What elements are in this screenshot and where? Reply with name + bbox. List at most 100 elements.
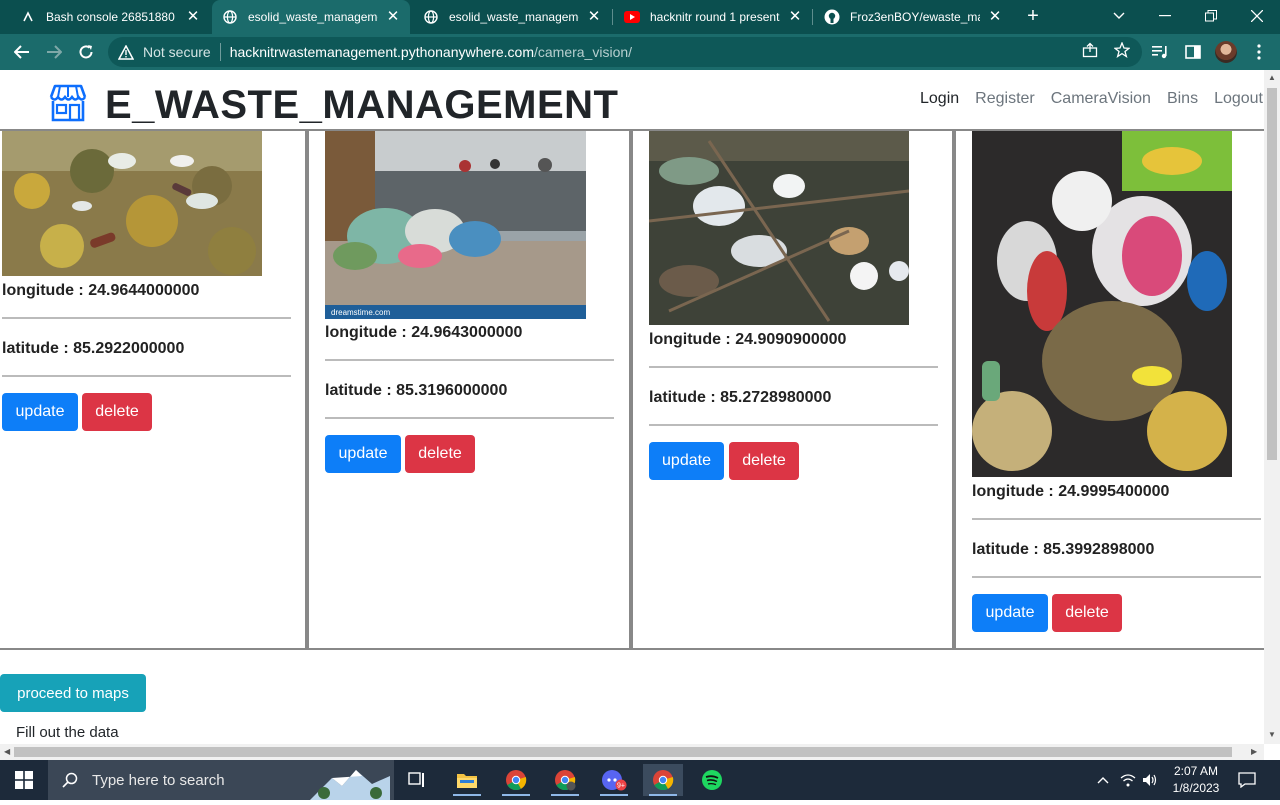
clock-time: 2:07 AM [1173,764,1219,778]
nav-register[interactable]: Register [975,90,1035,108]
task-view-icon[interactable] [397,764,437,796]
back-arrow-icon[interactable] [10,40,34,64]
pythonanywhere-icon [20,9,36,25]
column-divider [305,131,309,648]
watermark-text: dreamstime.com [331,308,390,317]
github-icon [824,9,840,25]
windows-start-icon[interactable] [0,760,48,800]
horizontal-scrollbar[interactable]: ◀ ▶ [0,744,1264,760]
tab-separator [612,9,613,25]
close-window-icon[interactable] [1234,0,1280,32]
brand[interactable]: E_WASTE_MANAGEMENT [47,83,619,128]
wifi-icon[interactable] [1118,760,1138,800]
active-indicator [502,794,530,796]
tab-title: esolid_waste_management [449,10,579,24]
tab-github[interactable]: Froz3enBOY/ewaste_management ✕ [814,0,1012,34]
system-clock[interactable]: 2:07 AM 1/8/2023 [1164,763,1228,797]
discord-icon[interactable]: 9+ [594,764,634,796]
volume-icon[interactable] [1140,760,1160,800]
nav-cameravision[interactable]: CameraVision [1051,90,1151,108]
divider [649,366,938,368]
nav-logout[interactable]: Logout [1214,90,1263,108]
divider [649,424,938,426]
update-button[interactable]: update [972,594,1048,632]
globe-icon [423,9,439,25]
scroll-up-arrow-icon[interactable]: ▲ [1268,73,1276,82]
divider [325,359,614,361]
restore-icon[interactable] [1188,0,1234,32]
scroll-thumb[interactable] [1267,88,1277,460]
tab-search-icon[interactable] [1096,0,1142,32]
close-tab-icon[interactable]: ✕ [587,9,601,24]
notification-badge: 9+ [617,783,625,790]
minimize-icon[interactable] [1142,0,1188,32]
brand-title: E_WASTE_MANAGEMENT [105,83,619,127]
vertical-scrollbar[interactable]: ▲ ▼ [1264,70,1280,744]
kebab-menu-icon[interactable] [1249,42,1269,62]
update-button[interactable]: update [649,442,724,480]
security-label[interactable]: Not secure [143,44,211,60]
close-tab-icon[interactable]: ✕ [988,9,1002,24]
delete-button[interactable]: delete [82,393,152,431]
media-control-icon[interactable] [1151,42,1171,62]
proceed-to-maps-button[interactable]: proceed to maps [0,674,146,712]
profile-avatar[interactable] [1215,41,1237,63]
longitude-label: longitude : 24.9995400000 [972,483,1170,500]
top-nav: Login Register CameraVision Bins Logout [920,90,1264,108]
longitude-label: longitude : 24.9643000000 [325,324,523,341]
side-panel-icon[interactable] [1183,42,1203,62]
delete-button[interactable]: delete [729,442,799,480]
waste-photo [2,131,262,276]
close-tab-icon[interactable]: ✕ [788,9,802,24]
latitude-label: latitude : 85.2922000000 [2,340,185,357]
tab-esolid-active[interactable]: esolid_waste_management ✕ [212,0,410,34]
update-button[interactable]: update [325,435,401,473]
bookmark-star-icon[interactable] [1113,41,1131,59]
nav-login[interactable]: Login [920,90,959,108]
spotify-icon[interactable] [692,764,732,796]
fill-out-text: Fill out the data [16,724,119,741]
chrome-profile-icon[interactable] [545,764,585,796]
tab-esolid[interactable]: esolid_waste_management ✕ [413,0,611,34]
warning-icon[interactable] [118,44,134,60]
taskbar-search-box[interactable]: Type here to search [48,760,394,800]
reload-icon[interactable] [74,40,98,64]
nav-bins[interactable]: Bins [1167,90,1198,108]
close-tab-icon[interactable]: ✕ [386,9,400,24]
scroll-left-arrow-icon[interactable]: ◀ [4,747,10,756]
divider [219,43,221,61]
longitude-label: longitude : 24.9090900000 [649,331,847,348]
scroll-down-arrow-icon[interactable]: ▼ [1268,730,1276,739]
file-explorer-icon[interactable] [447,764,487,796]
clock-date: 1/8/2023 [1172,781,1220,795]
scroll-right-arrow-icon[interactable]: ▶ [1251,747,1257,756]
latitude-label: latitude : 85.2728980000 [649,389,832,406]
close-tab-icon[interactable]: ✕ [186,9,200,24]
chrome-active-icon[interactable] [643,764,683,796]
url-path: /camera_vision/ [533,44,633,60]
active-indicator [600,794,628,796]
notifications-icon[interactable] [1236,760,1258,800]
chevron-up-icon[interactable] [1094,760,1112,800]
divider [972,576,1261,578]
delete-button[interactable]: delete [1052,594,1122,632]
new-tab-button[interactable]: + [1022,6,1044,28]
active-indicator [551,794,579,796]
tab-title: esolid_waste_management [248,10,378,24]
active-indicator [453,794,481,796]
share-icon[interactable] [1081,41,1099,59]
chrome-icon[interactable] [496,764,536,796]
forward-arrow-icon[interactable] [42,40,66,64]
delete-button[interactable]: delete [405,435,475,473]
column-divider [952,131,956,648]
address-bar[interactable]: Not secure hacknitrwastemanagement.pytho… [108,37,1142,67]
page-content: E_WASTE_MANAGEMENT Login Register Camera… [0,70,1264,744]
tab-title: Bash console 26851880 : PythonAnywhere [46,10,178,24]
browser-toolbar: Not secure hacknitrwastemanagement.pytho… [0,34,1280,70]
scroll-thumb[interactable] [14,747,1232,757]
tab-youtube[interactable]: hacknitr round 1 presentation ✕ [614,0,812,34]
tab-bash-console[interactable]: Bash console 26851880 : PythonAnywhere ✕ [10,0,210,34]
tab-title: Froz3enBOY/ewaste_management [850,10,980,24]
update-button[interactable]: update [2,393,78,431]
globe-icon [222,9,238,25]
